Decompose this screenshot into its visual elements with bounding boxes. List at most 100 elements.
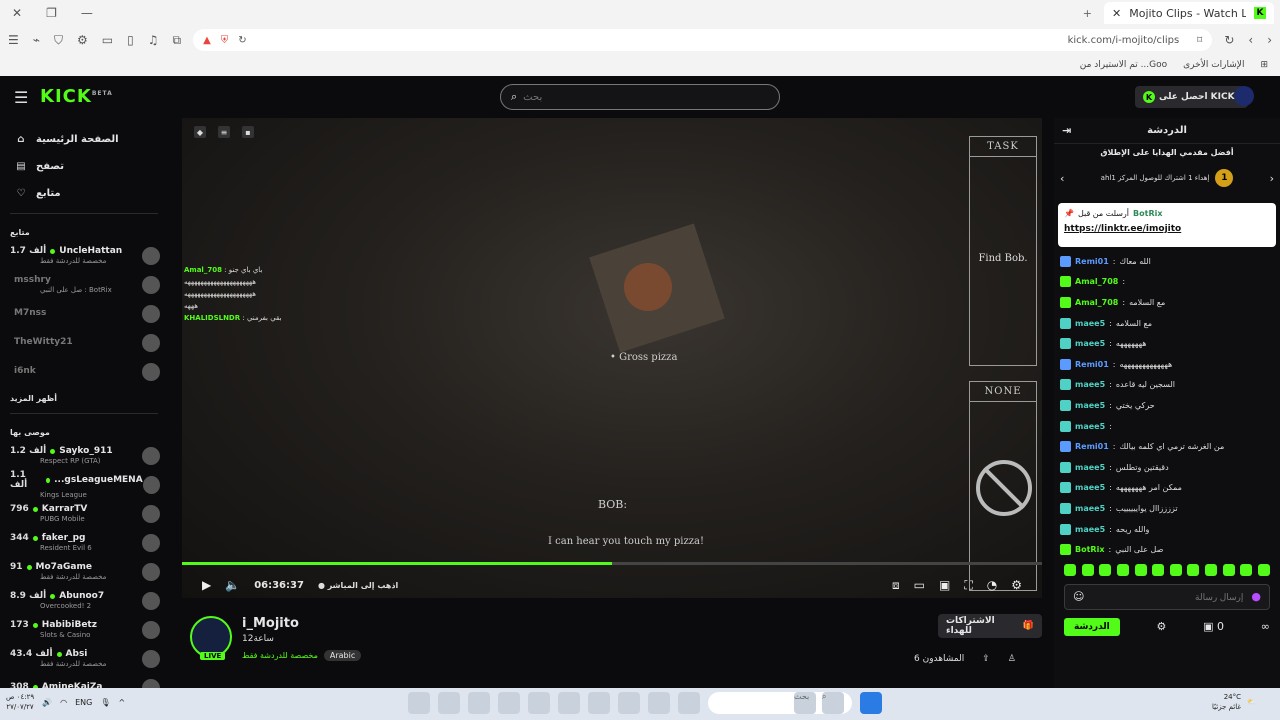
follow-icon[interactable]: ♙ — [1008, 654, 1016, 664]
prev-arrow-icon[interactable]: ‹ — [1060, 172, 1064, 185]
chat-bubble-icon[interactable]: ▪ — [242, 126, 254, 138]
minimize-window-icon[interactable]: — — [81, 6, 93, 20]
clip-icon[interactable]: ⧈ — [892, 578, 900, 593]
emote-icon[interactable] — [1222, 563, 1235, 576]
nav-following[interactable]: ♡ متابع — [0, 180, 168, 207]
chat-message[interactable]: maee5: دقيقتين وتطلس — [1060, 457, 1274, 478]
nav-home[interactable]: ⌂ الصفحة الرئيسية — [0, 126, 168, 153]
chat-message[interactable]: maee5: السجين ليه قاعده — [1060, 375, 1274, 396]
list-icon[interactable]: ≡ — [218, 126, 230, 138]
hamburger-menu-icon[interactable]: ☰ — [14, 88, 28, 107]
sidebar-channel[interactable]: 43.4 ألف Absi مخصصة للدردشة فقط — [0, 644, 168, 673]
chat-message[interactable]: BotRix: صل على النبي — [1060, 539, 1274, 560]
new-tab-icon[interactable]: + — [1083, 7, 1092, 20]
emote-icon[interactable] — [1240, 563, 1253, 576]
screenshot-icon[interactable]: ⧉ — [173, 33, 182, 48]
search-input[interactable] — [523, 91, 769, 103]
collapse-chat-icon[interactable]: ⇥ — [1062, 124, 1071, 137]
wallet-icon[interactable]: ▭ — [102, 33, 113, 48]
chat-settings-icon[interactable]: ⚙ — [1157, 620, 1167, 633]
rewards-icon[interactable]: ▲ — [203, 35, 211, 46]
chat-message[interactable]: Amal_708: — [1060, 272, 1274, 293]
chat-username[interactable]: Remi01 — [1075, 360, 1109, 369]
chat-message[interactable]: maee5: حركي يختي — [1060, 395, 1274, 416]
volume-icon[interactable]: 🔈 — [225, 578, 240, 592]
sidebar-channel[interactable]: 1.2 ألف Sayko_911 Respect RP (GTA) — [0, 441, 168, 470]
restore-window-icon[interactable]: ❐ — [46, 6, 57, 20]
emote-icon[interactable] — [1205, 563, 1217, 576]
chat-username[interactable]: Remi01 — [1075, 442, 1109, 451]
chrome-alt-icon[interactable] — [468, 692, 490, 714]
chat-message[interactable]: maee5: والله ريحه — [1060, 519, 1274, 540]
kicks-counter[interactable]: ▣ 0 — [1203, 620, 1224, 633]
shield-icon[interactable]: ⛉ — [54, 33, 63, 48]
next-arrow-icon[interactable]: › — [1270, 172, 1274, 185]
fullscreen-icon[interactable]: ⛶ — [964, 578, 972, 593]
sidebar-channel[interactable]: 1.1 ألف ...gsLeagueMENA Kings League — [0, 470, 168, 499]
start-icon[interactable] — [860, 692, 882, 714]
channel-name[interactable]: i_Mojito — [242, 616, 299, 631]
pinned-link[interactable]: https://linktr.ee/imojito — [1064, 224, 1270, 234]
share-icon[interactable]: ⇪ — [982, 654, 990, 664]
progress-bar[interactable] — [182, 562, 1042, 565]
chat-send-button[interactable]: الدردشة — [1064, 617, 1120, 636]
sidebar-channel[interactable]: M7nss — [0, 299, 168, 328]
kick-logo[interactable]: KICKBETA — [40, 86, 113, 107]
chat-message[interactable]: maee5: مع السلامه — [1060, 313, 1274, 334]
close-window-icon[interactable]: ✕ — [12, 6, 22, 20]
emoji-icon[interactable]: ☺ — [1073, 590, 1084, 603]
discord-icon[interactable] — [498, 692, 520, 714]
chat-message[interactable]: maee5: — [1060, 416, 1274, 437]
infinity-icon[interactable]: ∞ — [1261, 620, 1270, 633]
sidebar-channel[interactable]: TheWitty21 — [0, 328, 168, 357]
chat-username[interactable]: maee5 — [1075, 463, 1105, 472]
chat-username[interactable]: maee5 — [1075, 339, 1105, 348]
show-more[interactable]: أظهر المزيد — [0, 386, 168, 407]
back-icon[interactable]: ‹ — [1248, 33, 1253, 47]
chat-username[interactable]: maee5 — [1075, 525, 1105, 534]
go-live-button[interactable]: ● اذهب إلى المباشر — [318, 581, 398, 590]
chat-message[interactable]: Amal_708: مع السلامه — [1060, 292, 1274, 313]
pinned-message[interactable]: 📌 أرسلت من قبل BotRix https://linktr.ee/im… — [1058, 203, 1276, 247]
theater-icon[interactable]: ▭ — [914, 578, 925, 592]
play-icon[interactable]: ▶ — [202, 578, 211, 592]
kick-small-icon[interactable]: ◆ — [194, 126, 206, 138]
brave-shield-icon[interactable]: ⛨ — [221, 35, 229, 46]
sidebar-channel[interactable]: 344 faker_pg Resident Evil 6 — [0, 528, 168, 557]
bookmark-imported[interactable]: تم الاستيراد من ...Goo — [1080, 60, 1167, 70]
chat-message[interactable]: Remi01: هههههههههههههه — [1060, 354, 1274, 375]
reload-icon[interactable]: ↻ — [1224, 33, 1234, 47]
sidebar-channel[interactable]: 173 HabibiBetz Slots & Casino — [0, 615, 168, 644]
sidebar-channel[interactable]: 1.7 ألف UncleHattan مخصصة للدردشة فقط — [0, 241, 168, 270]
emote-icon[interactable] — [1064, 563, 1076, 576]
chat-username[interactable]: Amal_708 — [1075, 298, 1118, 307]
forward-icon[interactable]: › — [1267, 33, 1272, 47]
chat-message[interactable]: Remi01: من الغرشه ترمي اي كلمه بيالك — [1060, 436, 1274, 457]
sidebar-channel[interactable]: msshry صل على النبي : BotRix — [0, 270, 168, 299]
clock[interactable]: ٠٤:٢٩ ص ٢٧/٠٧/٢٧ — [6, 692, 34, 712]
music-icon[interactable]: ♫ — [148, 33, 159, 48]
search-bar[interactable]: ⌕ — [500, 84, 780, 110]
browser-tab[interactable]: ✕ Mojito Clips - Watch Live on Kick K — [1104, 2, 1274, 24]
emote-icon[interactable] — [1152, 563, 1165, 576]
emote-icon[interactable] — [1169, 563, 1182, 576]
get-kicks-button[interactable]: K احصل على KICKs — [1135, 86, 1248, 108]
chat-username[interactable]: maee5 — [1075, 504, 1105, 513]
chat-message[interactable]: maee5: هههههههه — [1060, 333, 1274, 354]
chat-username[interactable]: maee5 — [1075, 380, 1105, 389]
sidebar-channel[interactable]: 91 Mo7aGame مخصصة للدردشة فقط — [0, 557, 168, 586]
bookmark-icon[interactable]: ⌑ — [1197, 35, 1202, 46]
chrome-icon[interactable] — [438, 692, 460, 714]
sidebar-channel[interactable]: i6nk — [0, 357, 168, 386]
chat-username[interactable]: maee5 — [1075, 422, 1105, 431]
android-icon[interactable] — [588, 692, 610, 714]
leo-icon[interactable]: ⌁ — [33, 33, 40, 48]
chat-username[interactable]: Amal_708 — [1075, 277, 1118, 286]
chat-input-box[interactable]: ☺ ● — [1064, 583, 1270, 610]
category-link[interactable]: مخصصة للدردشة فقط — [242, 651, 318, 660]
speed-icon[interactable]: ◔ — [987, 578, 997, 592]
chat-message[interactable]: maee5: تززززاال يواييييييب — [1060, 498, 1274, 519]
video-player[interactable]: • Gross pizza BOB: I can hear you touch … — [182, 118, 1042, 598]
tray-overflow-icon[interactable]: ^ — [118, 698, 125, 707]
sidebar-channel[interactable]: 308 AmineKaiZa — [0, 673, 168, 688]
